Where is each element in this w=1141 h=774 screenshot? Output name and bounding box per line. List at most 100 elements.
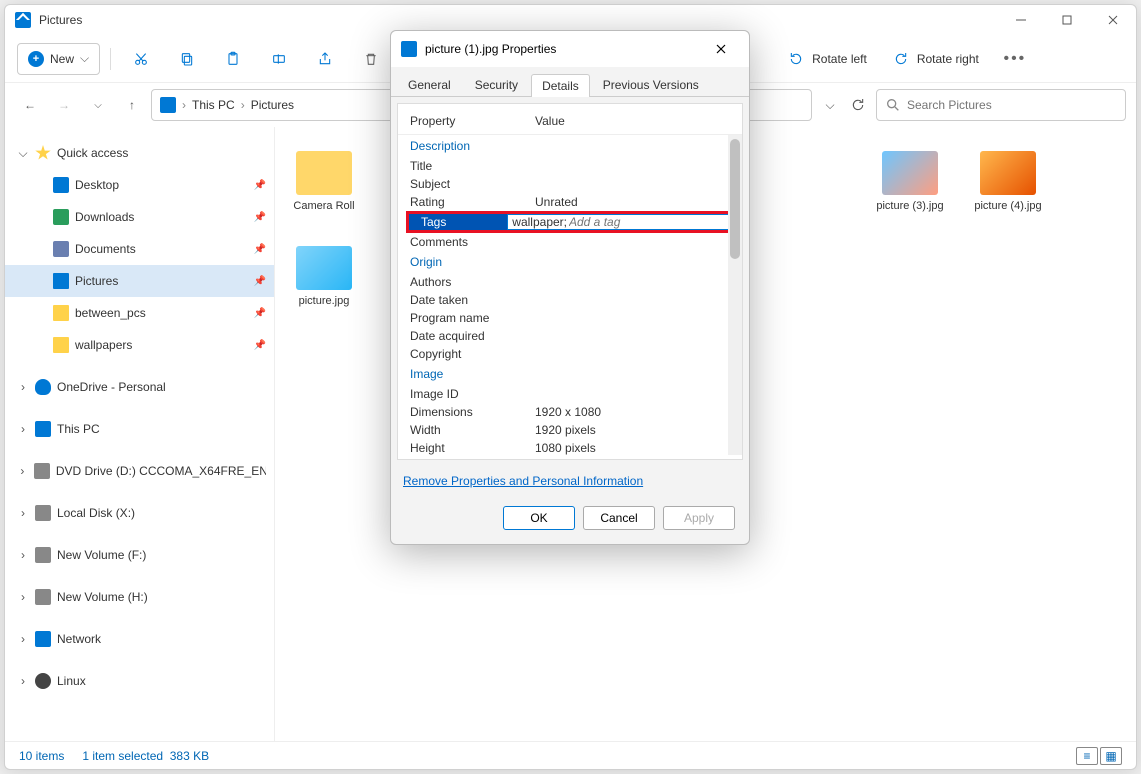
- more-button[interactable]: •••: [995, 43, 1035, 75]
- downloads-icon: [53, 209, 69, 225]
- large-icons-view-button[interactable]: ▦: [1100, 747, 1122, 765]
- prop-subject[interactable]: Subject: [398, 175, 742, 193]
- rotate-right-label: Rotate right: [917, 52, 979, 66]
- sidebar-quick-access[interactable]: ⌵ Quick access: [5, 137, 274, 169]
- pin-icon: 📌: [254, 276, 266, 287]
- minimize-button[interactable]: [998, 5, 1044, 35]
- prop-date-acquired[interactable]: Date acquired: [398, 327, 742, 345]
- file-camera-roll[interactable]: Camera Roll: [285, 147, 363, 232]
- cancel-button[interactable]: Cancel: [583, 506, 655, 530]
- new-button[interactable]: + New ⌵: [17, 43, 100, 75]
- sidebar-label: New Volume (F:): [57, 548, 146, 562]
- prop-width[interactable]: Width1920 pixels: [398, 421, 742, 439]
- recent-locations-button[interactable]: ⌵: [83, 90, 113, 120]
- file-picture[interactable]: picture.jpg: [285, 242, 363, 312]
- sidebar-linux[interactable]: ›Linux: [5, 665, 274, 697]
- scrollbar-thumb[interactable]: [730, 139, 740, 259]
- pictures-icon: [15, 12, 31, 28]
- copy-button[interactable]: [167, 43, 207, 75]
- prop-title[interactable]: Title: [398, 157, 742, 175]
- tags-input-wrapper[interactable]: wallpaper;: [507, 214, 731, 230]
- file-picture-4[interactable]: picture (4).jpg: [969, 147, 1047, 232]
- close-button[interactable]: [1090, 5, 1136, 35]
- tab-security[interactable]: Security: [464, 73, 529, 96]
- prop-dimensions[interactable]: Dimensions1920 x 1080: [398, 403, 742, 421]
- cloud-icon: [35, 379, 51, 395]
- cut-button[interactable]: [121, 43, 161, 75]
- folder-icon: [53, 337, 69, 353]
- apply-button[interactable]: Apply: [663, 506, 735, 530]
- section-origin: Origin: [398, 251, 742, 273]
- dialog-close-button[interactable]: [703, 35, 739, 63]
- refresh-button[interactable]: [844, 89, 872, 121]
- prop-date-taken[interactable]: Date taken: [398, 291, 742, 309]
- sidebar-item-pictures[interactable]: ›Pictures📌: [5, 265, 274, 297]
- sidebar-item-documents[interactable]: ›Documents📌: [5, 233, 274, 265]
- prop-image-id[interactable]: Image ID: [398, 385, 742, 403]
- prop-tags[interactable]: Tags wallpaper;: [409, 214, 731, 230]
- breadcrumb-thispc[interactable]: This PC: [192, 98, 235, 112]
- network-icon: [35, 631, 51, 647]
- property-list[interactable]: Description Title Subject RatingUnrated …: [398, 135, 742, 455]
- up-button[interactable]: ↑: [117, 90, 147, 120]
- paste-button[interactable]: [213, 43, 253, 75]
- rotate-left-label: Rotate left: [812, 52, 867, 66]
- tab-details[interactable]: Details: [531, 74, 590, 97]
- sidebar-volume-f[interactable]: ›New Volume (F:): [5, 539, 274, 571]
- remove-properties-link[interactable]: Remove Properties and Personal Informati…: [391, 466, 749, 496]
- search-box[interactable]: [876, 89, 1126, 121]
- drive-icon: [35, 589, 51, 605]
- back-button[interactable]: ←: [15, 90, 45, 120]
- forward-button[interactable]: →: [49, 90, 79, 120]
- tab-general[interactable]: General: [397, 73, 462, 96]
- image-thumbnail: [980, 151, 1036, 195]
- sidebar-label: Desktop: [75, 178, 119, 192]
- prop-authors[interactable]: Authors: [398, 273, 742, 291]
- sidebar-item-desktop[interactable]: ›Desktop📌: [5, 169, 274, 201]
- maximize-button[interactable]: [1044, 5, 1090, 35]
- sidebar-label: Network: [57, 632, 101, 646]
- ok-button[interactable]: OK: [503, 506, 575, 530]
- rotate-left-button[interactable]: Rotate left: [778, 43, 877, 75]
- scrollbar[interactable]: [728, 135, 742, 455]
- search-input[interactable]: [907, 98, 1117, 112]
- address-dropdown[interactable]: ⌵: [816, 89, 844, 121]
- sidebar-dvd[interactable]: ›DVD Drive (D:) CCCOMA_X64FRE_EN-US: [5, 455, 274, 487]
- sidebar-onedrive[interactable]: ›OneDrive - Personal: [5, 371, 274, 403]
- prop-comments[interactable]: Comments: [398, 233, 742, 251]
- sidebar-thispc[interactable]: ›This PC: [5, 413, 274, 445]
- sidebar-label: Documents: [75, 242, 136, 256]
- tab-previous-versions[interactable]: Previous Versions: [592, 73, 710, 96]
- sidebar-local-disk[interactable]: ›Local Disk (X:): [5, 497, 274, 529]
- prop-height[interactable]: Height1080 pixels: [398, 439, 742, 455]
- sidebar-label: Quick access: [57, 146, 128, 160]
- prop-copyright[interactable]: Copyright: [398, 345, 742, 363]
- prop-program-name[interactable]: Program name: [398, 309, 742, 327]
- rotate-right-icon: [893, 51, 909, 67]
- sidebar-item-wallpapers[interactable]: ›wallpapers📌: [5, 329, 274, 361]
- drive-icon: [35, 547, 51, 563]
- share-button[interactable]: [305, 43, 345, 75]
- status-selection: 1 item selected 383 KB: [82, 749, 209, 763]
- rename-button[interactable]: [259, 43, 299, 75]
- tags-input[interactable]: [569, 215, 726, 229]
- sidebar-volume-h[interactable]: ›New Volume (H:): [5, 581, 274, 613]
- linux-icon: [35, 673, 51, 689]
- documents-icon: [53, 241, 69, 257]
- sidebar-item-downloads[interactable]: ›Downloads📌: [5, 201, 274, 233]
- sidebar-network[interactable]: ›Network: [5, 623, 274, 655]
- chevron-right-icon: ›: [241, 98, 245, 112]
- pictures-icon: [160, 97, 176, 113]
- navigation-pane[interactable]: ⌵ Quick access ›Desktop📌 ›Downloads📌 ›Do…: [5, 127, 275, 741]
- rotate-right-button[interactable]: Rotate right: [883, 43, 989, 75]
- prop-rating[interactable]: RatingUnrated: [398, 193, 742, 211]
- file-picture-3[interactable]: picture (3).jpg: [871, 147, 949, 232]
- delete-button[interactable]: [351, 43, 391, 75]
- star-icon: [35, 145, 51, 161]
- breadcrumb-pictures[interactable]: Pictures: [251, 98, 294, 112]
- pin-icon: 📌: [254, 180, 266, 191]
- file-label: picture (3).jpg: [876, 199, 943, 213]
- new-label: New: [50, 52, 74, 66]
- sidebar-item-between-pcs[interactable]: ›between_pcs📌: [5, 297, 274, 329]
- details-view-button[interactable]: ≡: [1076, 747, 1098, 765]
